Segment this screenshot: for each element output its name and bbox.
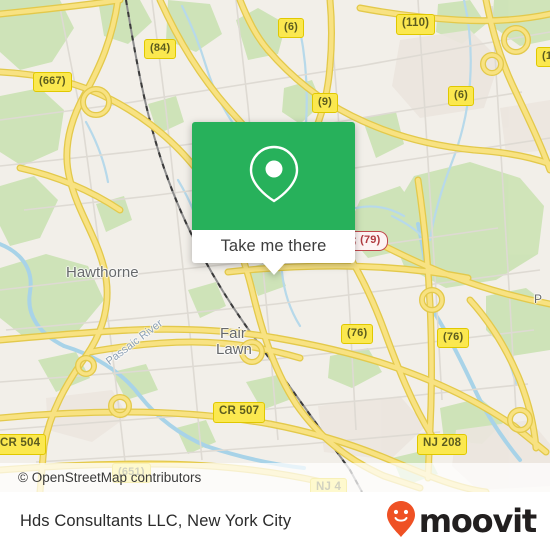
- take-me-there-label: Take me there: [220, 237, 327, 255]
- road-shield[interactable]: (6): [448, 86, 475, 106]
- road-shield[interactable]: (76): [341, 324, 374, 344]
- place-label-hawthorne: Hawthorne: [66, 264, 139, 281]
- callout-image-panel: [192, 122, 355, 230]
- moovit-wordmark: moovit: [418, 502, 537, 540]
- road-shield[interactable]: (667): [33, 72, 72, 92]
- road-shield[interactable]: (110): [396, 14, 436, 35]
- road-shield[interactable]: CR 507: [213, 402, 266, 423]
- moovit-smiley-pin-icon: [386, 500, 416, 543]
- map-viewport[interactable]: Hawthorne Fair Lawn P Passaic River (6) …: [0, 0, 550, 492]
- place-label-fair-lawn-line1: Fair: [220, 325, 246, 342]
- take-me-there-callout[interactable]: Take me there: [192, 122, 355, 275]
- place-label-clipped-p: P: [534, 292, 543, 306]
- callout-pointer: [262, 263, 285, 275]
- road-shield[interactable]: (1: [536, 47, 550, 67]
- footer-bar: Hds Consultants LLC, New York City moovi…: [0, 492, 550, 550]
- map-attribution-bar: © OpenStreetMap contributors: [0, 463, 550, 492]
- place-label-fair-lawn-line2: Lawn: [216, 341, 252, 358]
- callout-action-panel[interactable]: Take me there: [192, 230, 355, 275]
- road-shield[interactable]: CR 504: [0, 434, 47, 455]
- road-shield[interactable]: (84): [144, 39, 177, 59]
- moovit-logo[interactable]: moovit: [386, 500, 537, 543]
- openstreetmap-attribution-text[interactable]: © OpenStreetMap contributors: [18, 470, 201, 485]
- road-shield[interactable]: (9): [312, 93, 339, 113]
- road-shield[interactable]: (6): [278, 18, 305, 38]
- road-shield[interactable]: (76): [437, 328, 470, 348]
- location-pin-icon: [246, 143, 302, 210]
- location-title: Hds Consultants LLC, New York City: [20, 511, 292, 530]
- road-shield[interactable]: NJ 208: [417, 434, 468, 455]
